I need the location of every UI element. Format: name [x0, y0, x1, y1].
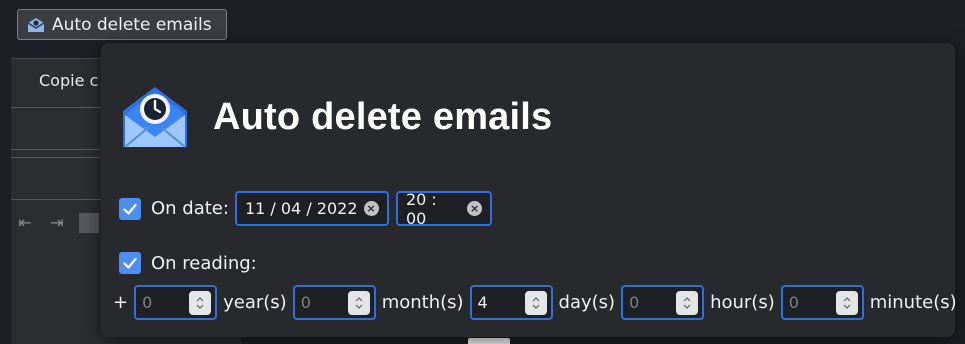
minutes-unit: minute(s)	[869, 292, 957, 313]
on-date-row: On date: 11 / 04 / 2022 × 20 : 00 ×	[119, 189, 492, 228]
auto-delete-panel: Auto delete emails On date: 11 / 04 / 20…	[101, 43, 957, 337]
toolbar-separator	[79, 213, 99, 233]
on-date-label: On date:	[151, 198, 229, 219]
time-value: 20 : 00	[405, 189, 437, 228]
cc-field-label: Copie c	[39, 71, 99, 90]
on-reading-label: On reading:	[151, 252, 257, 274]
minutes-stepper[interactable]: 0	[780, 285, 864, 320]
years-value: 0	[142, 293, 153, 312]
date-value: 11 / 04 / 2022	[244, 199, 358, 218]
on-date-checkbox[interactable]	[119, 197, 141, 220]
checkmark-icon	[123, 203, 137, 215]
hours-value: 0	[629, 293, 640, 312]
clear-date-icon[interactable]: ×	[363, 201, 379, 216]
background-element	[468, 338, 510, 344]
spinner-updown-icon[interactable]	[835, 290, 858, 315]
months-unit: month(s)	[381, 292, 464, 313]
clear-time-icon[interactable]: ×	[467, 201, 482, 216]
days-value: 4	[477, 293, 488, 312]
minutes-value: 0	[788, 293, 799, 312]
days-unit: day(s)	[558, 292, 616, 313]
auto-delete-toolbar-label: Auto delete emails	[52, 14, 212, 35]
months-value: 0	[300, 293, 311, 312]
outdent-icon[interactable]: ⇤	[15, 213, 35, 233]
envelope-icon	[27, 17, 45, 32]
spinner-updown-icon[interactable]	[676, 290, 699, 315]
auto-delete-toolbar-button[interactable]: Auto delete emails	[17, 9, 227, 40]
spinner-updown-icon[interactable]	[524, 290, 547, 315]
on-reading-row: On reading:	[119, 252, 257, 274]
months-stepper[interactable]: 0	[292, 285, 376, 320]
on-reading-checkbox[interactable]	[119, 252, 141, 274]
panel-header: Auto delete emails	[119, 81, 552, 153]
on-reading-duration: + 0 year(s) 0 month(s) 4 day(s) 0 hour(s…	[113, 285, 957, 320]
spinner-updown-icon[interactable]	[189, 290, 212, 315]
years-stepper[interactable]: 0	[134, 285, 218, 320]
time-input[interactable]: 20 : 00 ×	[395, 189, 492, 228]
checkmark-icon	[123, 257, 137, 269]
days-stepper[interactable]: 4	[469, 285, 553, 320]
panel-title: Auto delete emails	[213, 95, 553, 138]
hours-stepper[interactable]: 0	[621, 285, 705, 320]
indent-icon[interactable]: ⇥	[47, 213, 67, 233]
spinner-updown-icon[interactable]	[347, 290, 370, 315]
plus-sign: +	[113, 292, 129, 313]
envelope-clock-icon	[123, 87, 187, 148]
date-input[interactable]: 11 / 04 / 2022 ×	[234, 191, 389, 226]
hours-unit: hour(s)	[710, 292, 775, 313]
years-unit: year(s)	[223, 292, 287, 313]
